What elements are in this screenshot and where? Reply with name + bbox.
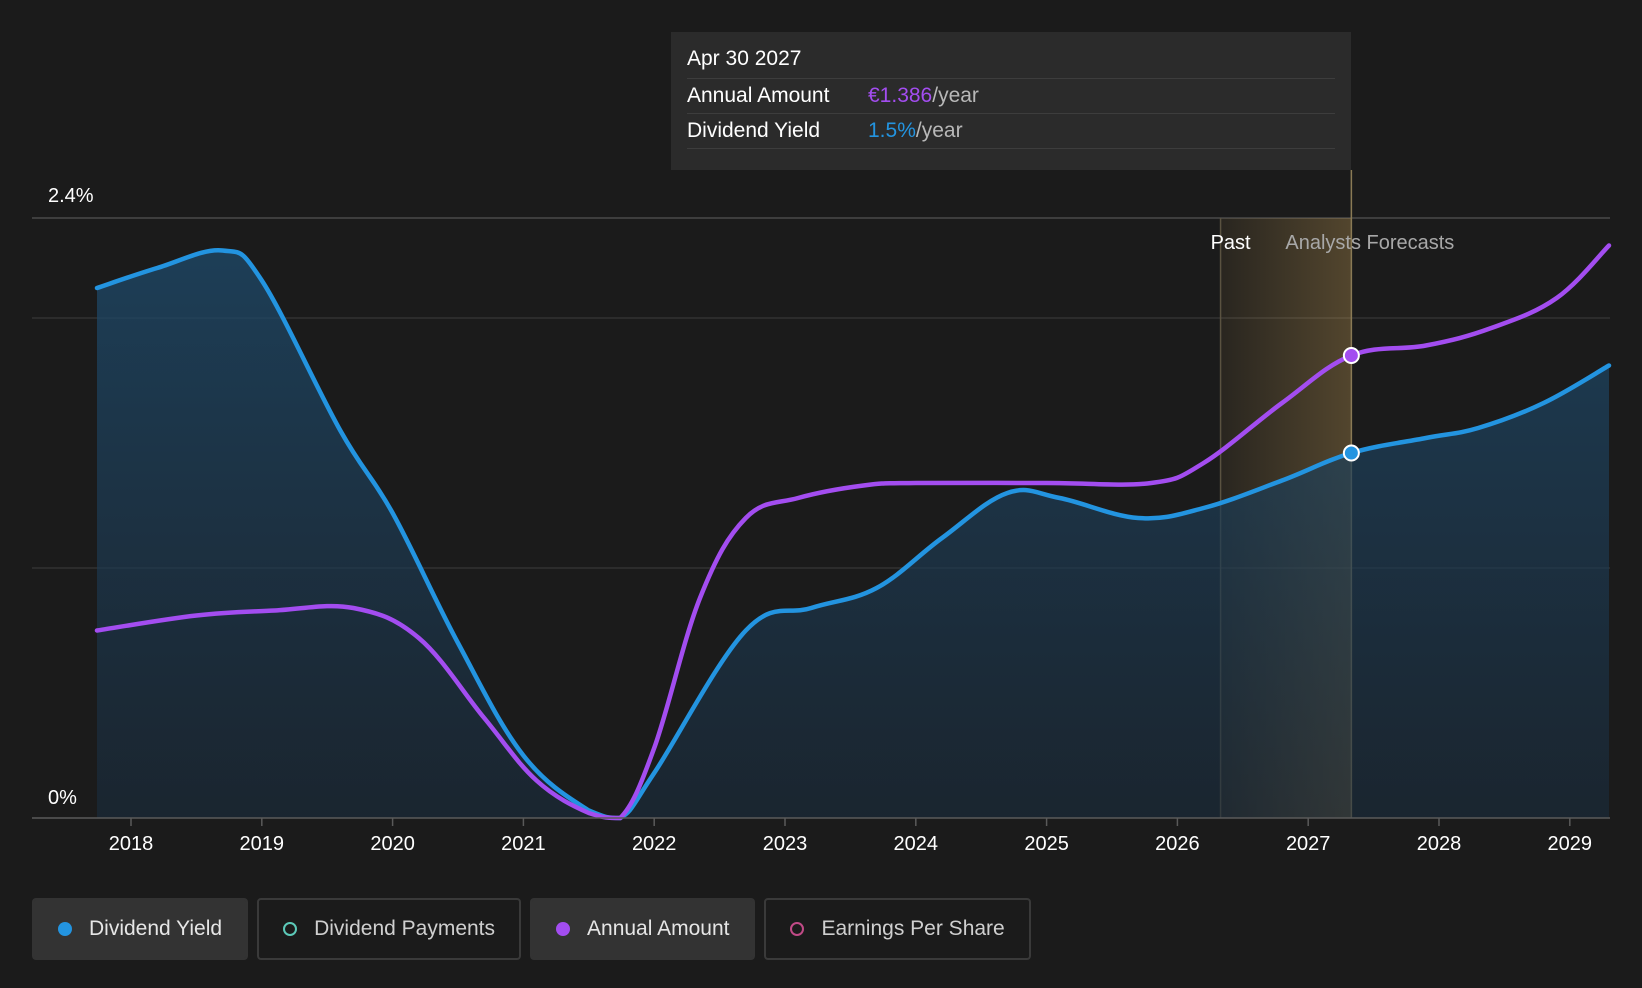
x-tick-label: 2029 xyxy=(1548,833,1593,855)
legend-label: Dividend Yield xyxy=(89,917,223,940)
legend-annual-amount[interactable]: Annual Amount xyxy=(530,898,756,960)
dividend-yield-hover-point xyxy=(1342,444,1360,462)
legend-label: Dividend Payments xyxy=(314,917,496,940)
x-tick-label: 2020 xyxy=(370,833,415,855)
past-label: Past xyxy=(1211,232,1251,254)
x-tick-label: 2023 xyxy=(763,833,808,855)
legend-ring-icon xyxy=(283,922,298,936)
x-tick-label: 2026 xyxy=(1155,833,1200,855)
forecast-label: Analysts Forecasts xyxy=(1285,232,1454,254)
legend-earnings-per-share[interactable]: Earnings Per Share xyxy=(764,898,1031,960)
tooltip-unit: /year xyxy=(932,84,979,107)
legend-dot-icon xyxy=(58,922,72,936)
tooltip-row-annual-amount: Annual Amount €1.386 /year xyxy=(687,79,1335,114)
tooltip-row-dividend-yield: Dividend Yield 1.5% /year xyxy=(687,114,1335,149)
x-tick-label: 2022 xyxy=(632,833,677,855)
tooltip-unit: /year xyxy=(915,119,963,142)
legend-dividend-yield[interactable]: Dividend Yield xyxy=(32,898,249,960)
chart-legend: Dividend Yield Dividend Payments Annual … xyxy=(32,898,1031,960)
tooltip-value: €1.386 xyxy=(868,84,933,107)
dividend-yield-area xyxy=(97,250,1609,818)
x-tick-label: 2019 xyxy=(240,833,285,855)
legend-label: Earnings Per Share xyxy=(821,917,1005,940)
legend-ring-icon xyxy=(790,922,805,936)
tooltip-label: Annual Amount xyxy=(687,84,830,107)
x-tick-label: 2025 xyxy=(1024,833,1069,855)
y-tick-label: 0% xyxy=(48,787,77,809)
x-tick-label: 2024 xyxy=(894,833,939,855)
chart-tooltip: Apr 30 2027 Annual Amount €1.386 /year D… xyxy=(671,32,1351,170)
y-tick-label: 2.4% xyxy=(48,185,94,207)
x-tick-label: 2028 xyxy=(1417,833,1462,855)
tooltip-value: 1.5% xyxy=(868,119,916,142)
tooltip-date: Apr 30 2027 xyxy=(687,44,1335,79)
legend-dividend-payments[interactable]: Dividend Payments xyxy=(257,898,522,960)
tooltip-label: Dividend Yield xyxy=(687,119,821,142)
x-tick-label: 2021 xyxy=(501,833,546,855)
annual-amount-hover-point xyxy=(1342,347,1360,364)
x-tick-label: 2027 xyxy=(1286,833,1331,855)
legend-dot-icon xyxy=(556,922,571,936)
x-tick-label: 2018 xyxy=(109,833,154,855)
legend-label: Annual Amount xyxy=(587,917,730,940)
